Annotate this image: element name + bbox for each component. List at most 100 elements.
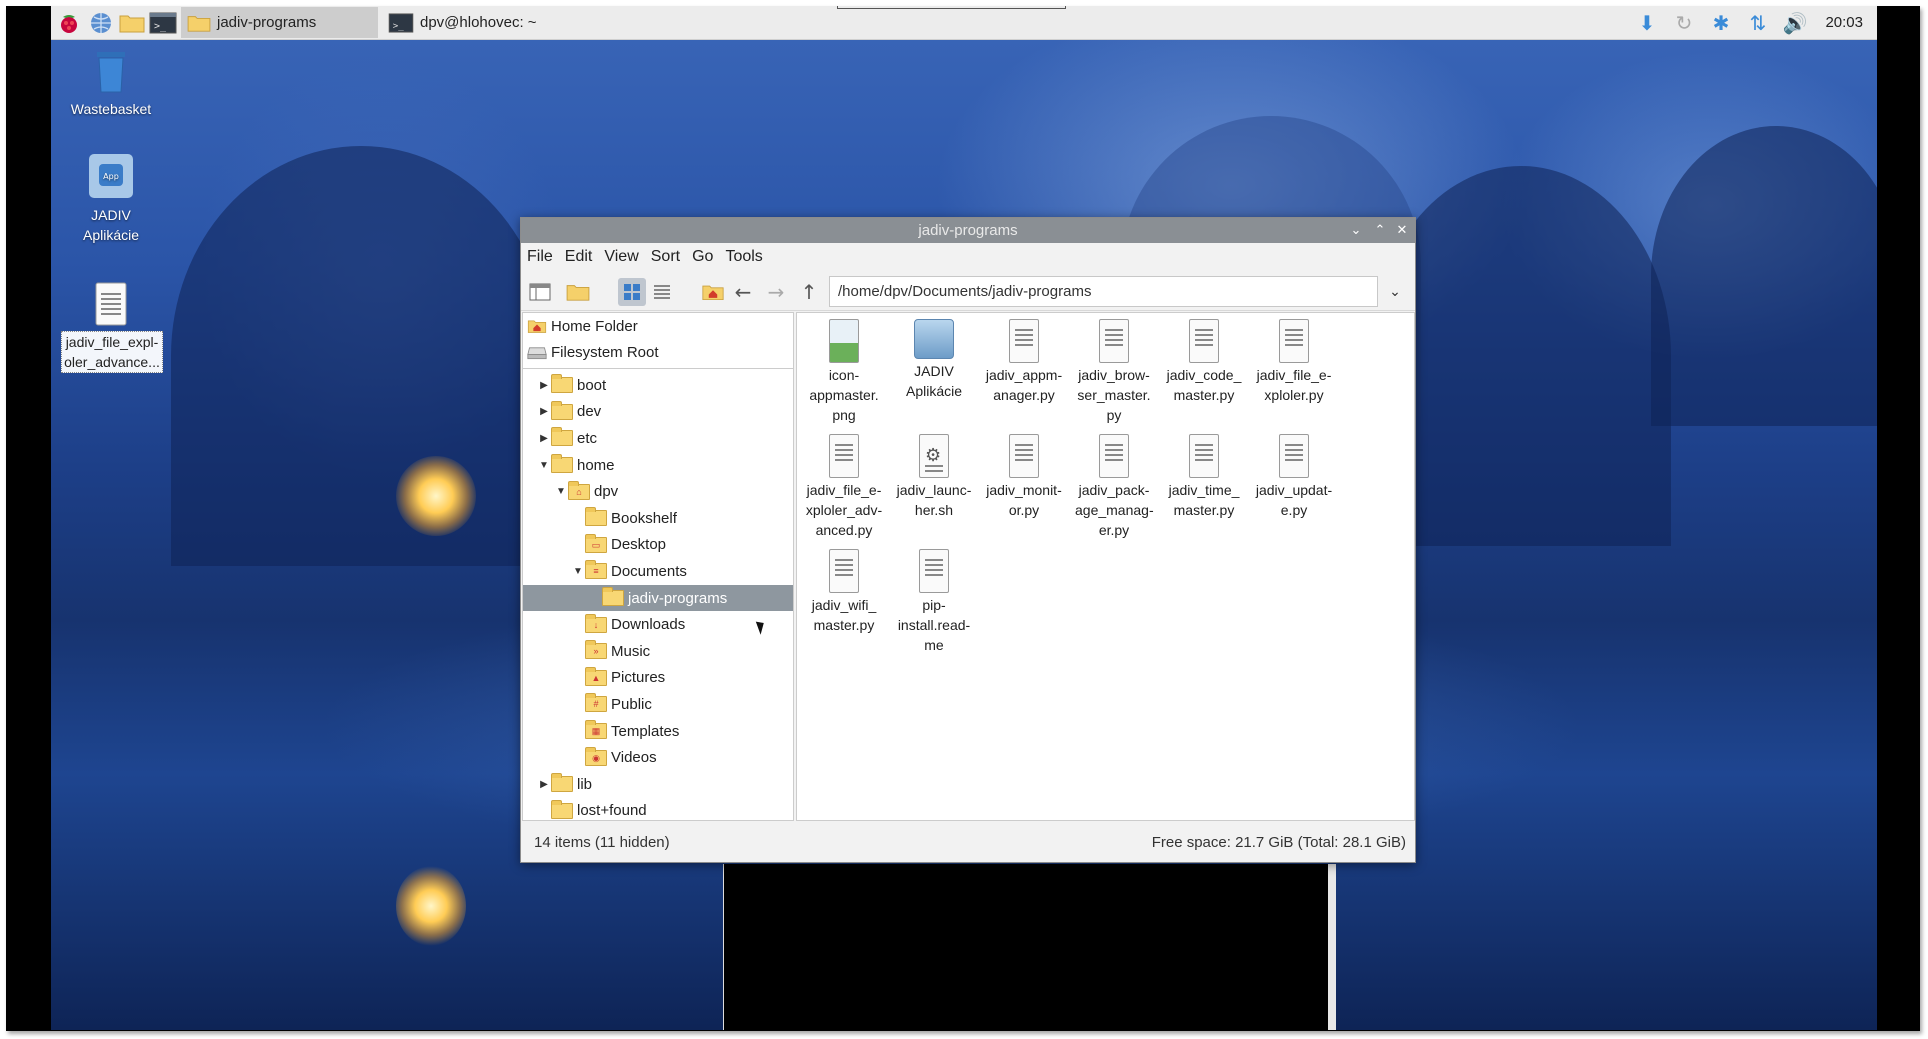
web-browser-icon[interactable]	[89, 12, 113, 34]
path-history-chevron-down-icon[interactable]: ⌄	[1383, 279, 1407, 305]
file-manager-window: jadiv-programs ⌄ ⌃ ✕ File Edit View Sort…	[520, 217, 1416, 863]
update-icon[interactable]: ⬇	[1634, 11, 1660, 35]
file-item[interactable]: jadiv_updat-e.py	[1255, 434, 1333, 520]
tree-item-downloads[interactable]: ↓ Downloads	[523, 611, 793, 638]
expanded-arrow-icon[interactable]: ▼	[571, 566, 585, 577]
menu-tools[interactable]: Tools	[725, 248, 762, 266]
tree-item-jadiv-programs[interactable]: jadiv-programs	[523, 584, 793, 612]
path-input[interactable]: /home/dpv/Documents/jadiv-programs	[829, 276, 1378, 307]
window-titlebar[interactable]: jadiv-programs ⌄ ⌃ ✕	[521, 218, 1415, 243]
close-button[interactable]: ✕	[1391, 218, 1413, 243]
file-item[interactable]: jadiv_file_e-xploler_adv-anced.py	[805, 434, 883, 540]
volume-icon[interactable]: 🔊	[1782, 11, 1808, 35]
raspberry-menu-icon[interactable]	[57, 12, 81, 34]
tree-item-music[interactable]: » Music	[523, 638, 793, 665]
expanded-arrow-icon[interactable]: ▼	[554, 486, 568, 497]
tree-item-lost-found[interactable]: lost+found	[523, 798, 793, 821]
tree-item-bookshelf[interactable]: Bookshelf	[523, 505, 793, 532]
file-item[interactable]: jadiv_pack-age_manag-er.py	[1075, 434, 1154, 540]
desktop-icon-label: Wastebasket	[70, 101, 152, 117]
place-label: Home Folder	[551, 317, 638, 335]
terminal-window-behind[interactable]	[723, 864, 1336, 1030]
collapsed-arrow-icon[interactable]: ▶	[537, 779, 551, 790]
desktop-icon-wastebasket[interactable]: Wastebasket	[61, 48, 161, 119]
bluetooth-icon[interactable]: ✱	[1708, 11, 1734, 35]
list-view-button[interactable]	[648, 278, 676, 306]
directory-tree: ▶ boot ▶ dev ▶ etc ▼ home ▼ ⌂ dpv Bookshelf ▭ Desktop…	[523, 372, 793, 821]
menu-file[interactable]: File	[527, 248, 553, 266]
tree-item-boot[interactable]: ▶ boot	[523, 372, 793, 399]
desktop-icon-label: JADIV Aplikácie	[82, 207, 140, 243]
menu-view[interactable]: View	[604, 248, 638, 266]
item-count: 14 items (11 hidden)	[534, 833, 670, 851]
place-home-folder[interactable]: Home Folder	[523, 313, 793, 339]
home-button[interactable]	[699, 278, 727, 306]
up-button[interactable]: ↑	[795, 278, 823, 306]
collapsed-arrow-icon[interactable]: ▶	[537, 433, 551, 444]
tree-item-public[interactable]: # Public	[523, 691, 793, 718]
icon-view-button[interactable]	[618, 278, 646, 306]
task-terminal[interactable]: >_ dpv@hlohovec: ~	[382, 7, 582, 38]
minimize-button[interactable]: ⌄	[1345, 218, 1367, 243]
back-button[interactable]: ←	[729, 278, 757, 306]
file-label-line: anced.py	[815, 522, 873, 538]
file-item[interactable]: jadiv_wifi_ master.py	[805, 549, 883, 635]
file-item[interactable]: icon-appmaster. png	[805, 319, 883, 425]
tree-item-templates[interactable]: ▦ Templates	[523, 718, 793, 745]
tree-item-desktop[interactable]: ▭ Desktop	[523, 532, 793, 559]
text-file-icon	[829, 549, 859, 593]
tree-item-label: home	[577, 456, 615, 474]
menu-go[interactable]: Go	[692, 248, 713, 266]
expanded-arrow-icon[interactable]: ▼	[537, 460, 551, 471]
forward-button[interactable]: →	[762, 278, 790, 306]
new-folder-button[interactable]	[564, 278, 592, 306]
app-icon	[914, 319, 954, 359]
desktop-icon-jadiv[interactable]: App JADIV Aplikácie	[61, 152, 161, 245]
file-label-line: icon-	[828, 367, 860, 383]
file-label-line: install.read-	[897, 617, 971, 633]
file-label-line: JADIV	[914, 363, 954, 379]
file-label-line: or.py	[1008, 502, 1040, 518]
network-icon[interactable]: ⇅	[1745, 11, 1771, 35]
file-label-line: jadiv_pack-	[1078, 482, 1150, 498]
folder-icon	[551, 454, 573, 474]
tree-item-home[interactable]: ▼ home	[523, 452, 793, 479]
menu-sort[interactable]: Sort	[651, 248, 680, 266]
file-item[interactable]: jadiv_brow-ser_master. py	[1075, 319, 1153, 425]
desktop-icon-file[interactable]: jadiv_file_expl-oler_advance...	[61, 282, 163, 373]
place-filesystem-root[interactable]: Filesystem Root	[523, 339, 793, 365]
terminal-icon[interactable]: >_	[149, 12, 177, 34]
clock[interactable]: 20:03	[1825, 14, 1863, 31]
tree-item-dpv[interactable]: ▼ ⌂ dpv	[523, 478, 793, 505]
file-item[interactable]: jadiv_time_ master.py	[1165, 434, 1243, 520]
folder-icon: ▦	[585, 720, 607, 740]
file-item[interactable]: jadiv_file_e-xploler.py	[1255, 319, 1333, 405]
free-space: Free space: 21.7 GiB (Total: 28.1 GiB)	[1151, 833, 1406, 851]
tree-item-documents[interactable]: ▼ ≡ Documents	[523, 558, 793, 585]
collapsed-arrow-icon[interactable]: ▶	[537, 380, 551, 391]
file-item[interactable]: jadiv_appm-anager.py	[985, 319, 1063, 405]
collapsed-arrow-icon[interactable]: ▶	[537, 406, 551, 417]
file-manager-icon[interactable]	[119, 12, 145, 34]
folder-icon	[566, 285, 590, 301]
sync-icon[interactable]: ↻	[1671, 11, 1697, 35]
file-item[interactable]: pip-install.read-me	[895, 549, 973, 655]
maximize-button[interactable]: ⌃	[1369, 218, 1391, 243]
file-item[interactable]: JADIV Aplikácie	[895, 319, 973, 401]
new-window-button[interactable]	[526, 278, 554, 306]
tree-item-label: jadiv-programs	[628, 589, 728, 607]
text-file-icon	[1099, 434, 1129, 478]
task-file-manager[interactable]: jadiv-programs	[181, 7, 378, 38]
file-item[interactable]: jadiv_monit-or.py	[985, 434, 1063, 520]
file-item[interactable]: ⚙ jadiv_launc-her.sh	[895, 434, 973, 520]
tree-item-dev[interactable]: ▶ dev	[523, 399, 793, 426]
menu-edit[interactable]: Edit	[565, 248, 593, 266]
file-label-line: pip-	[922, 597, 946, 613]
sidebar-separator	[523, 368, 793, 369]
tree-item-etc[interactable]: ▶ etc	[523, 425, 793, 452]
tree-item-lib[interactable]: ▶ lib	[523, 771, 793, 798]
file-label-line: er.py	[1098, 522, 1130, 538]
tree-item-pictures[interactable]: ▲ Pictures	[523, 665, 793, 692]
file-item[interactable]: jadiv_code_ master.py	[1165, 319, 1243, 405]
tree-item-videos[interactable]: ◉ Videos	[523, 744, 793, 771]
